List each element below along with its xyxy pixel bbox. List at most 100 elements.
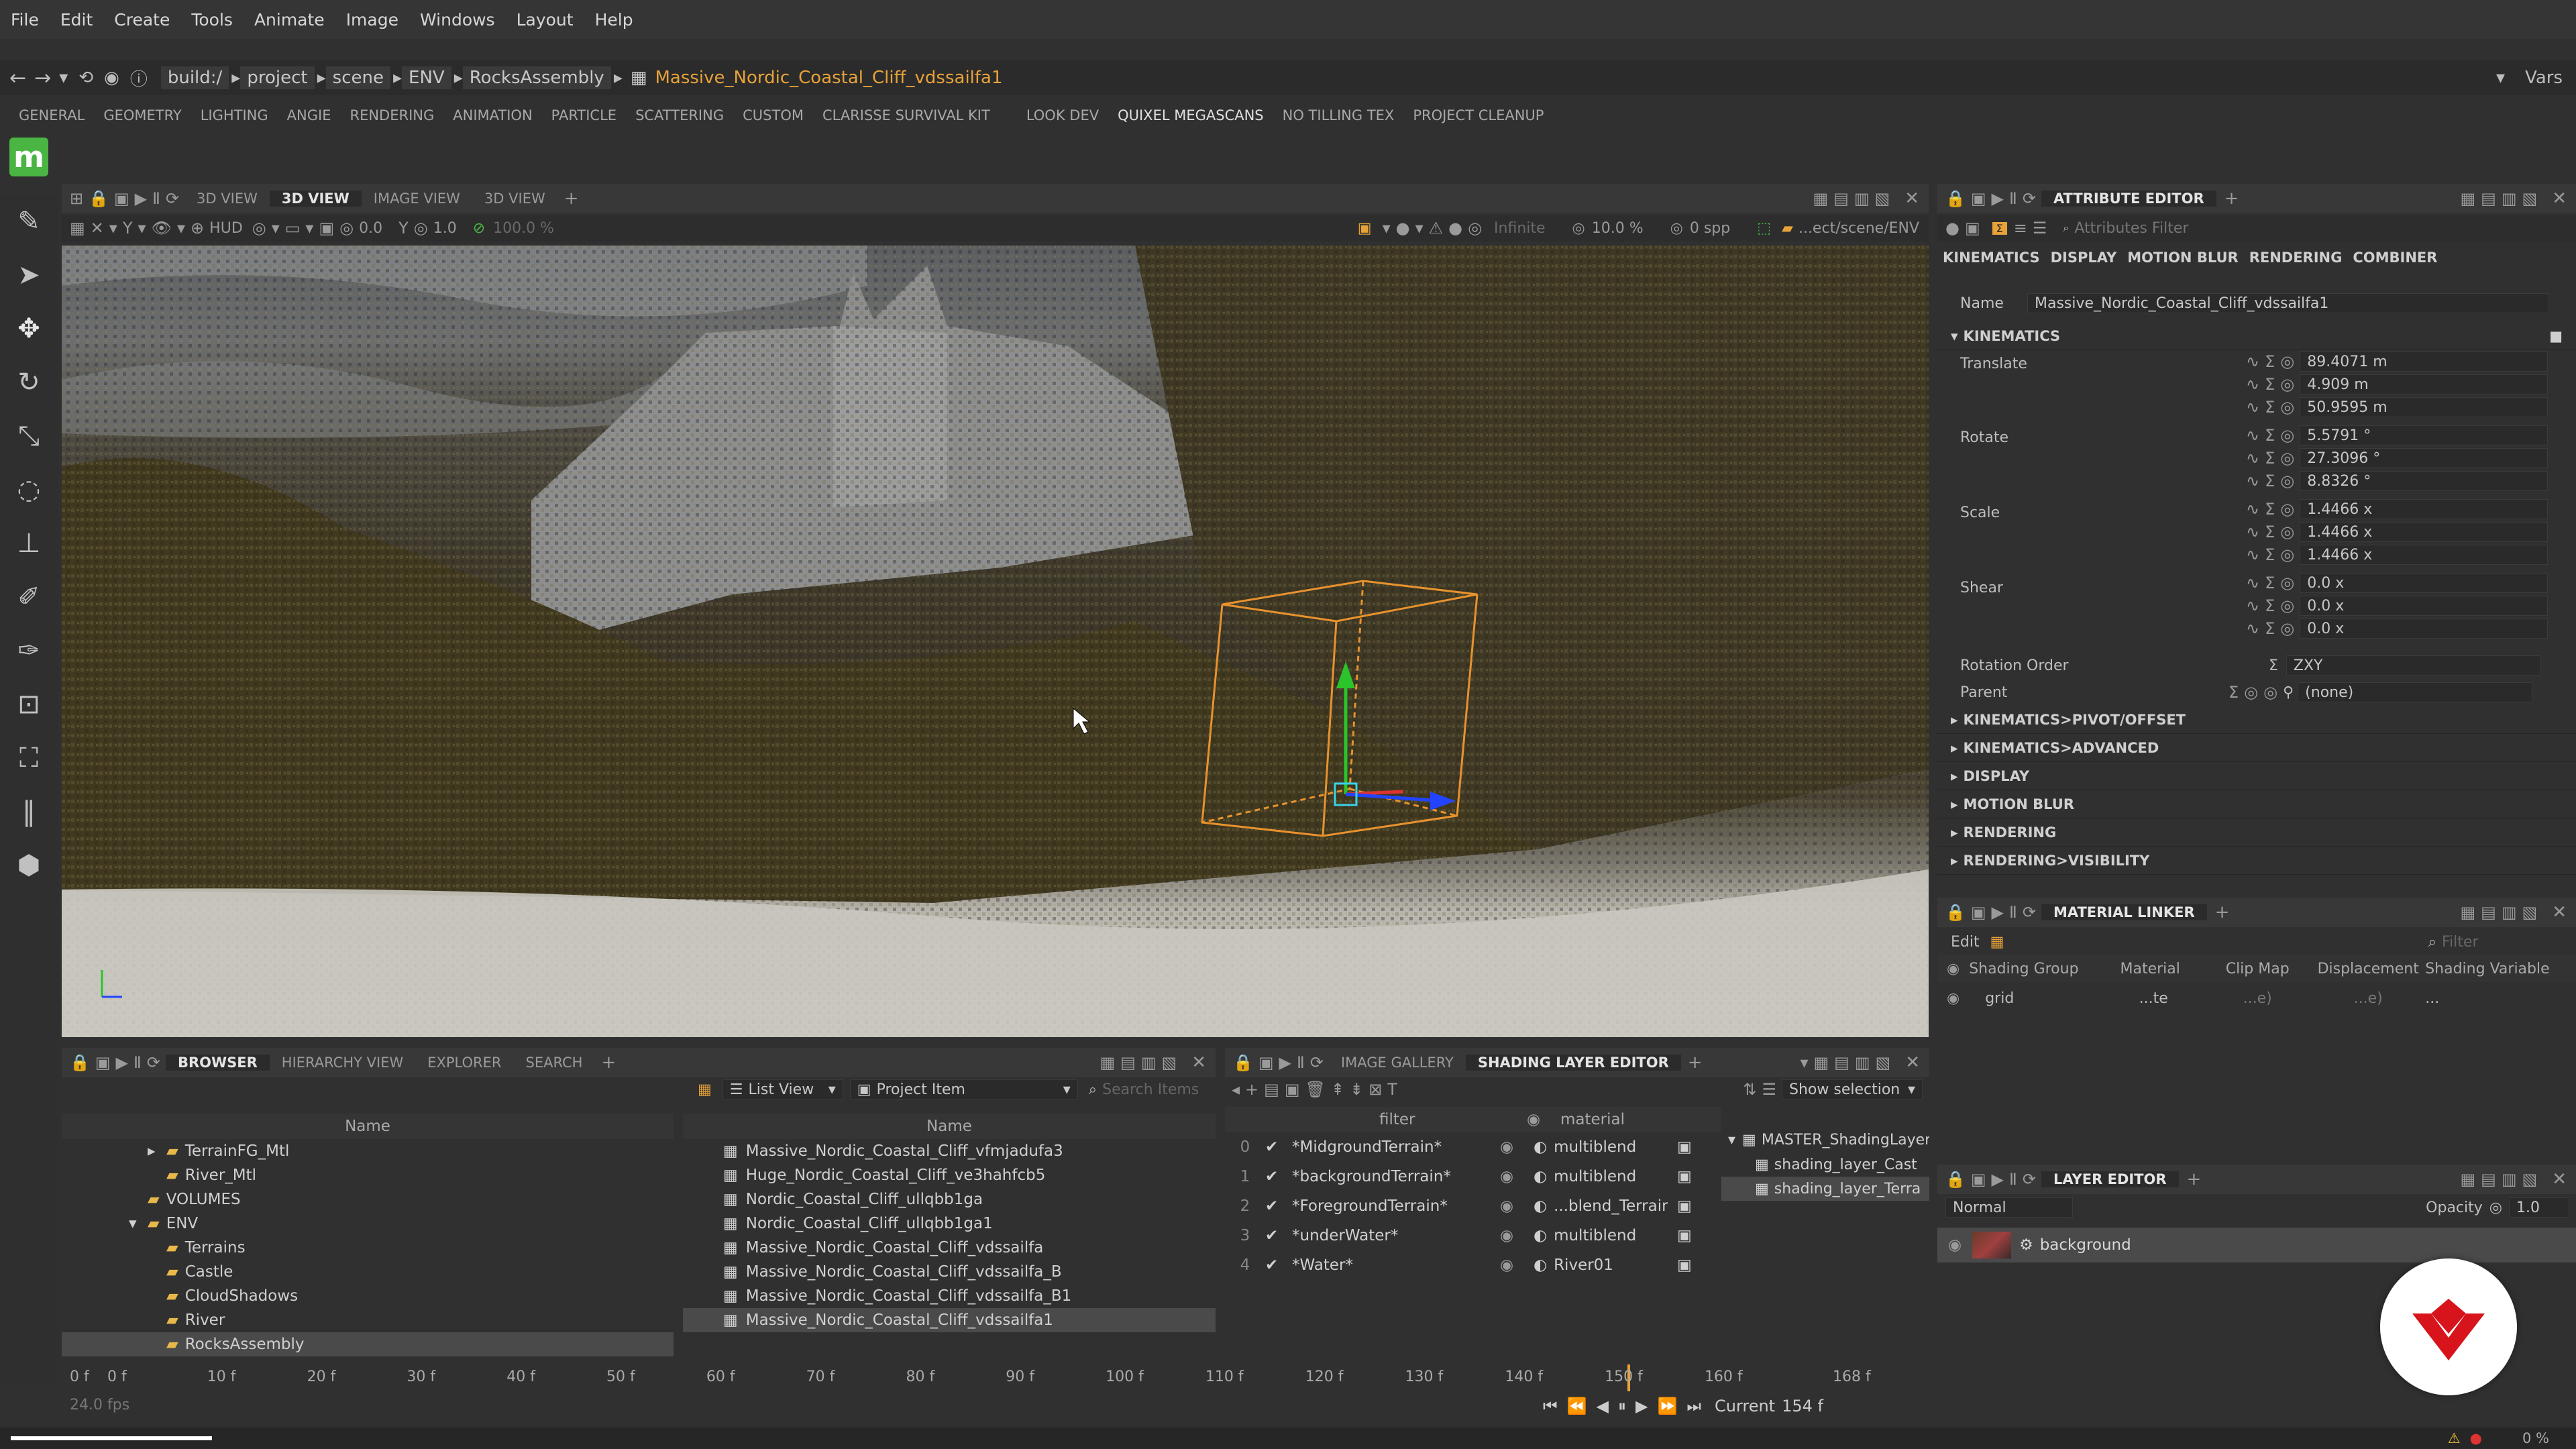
menu-edit[interactable]: Edit — [60, 10, 93, 30]
paint-icon[interactable]: ✐ — [0, 570, 58, 624]
anim-icon[interactable]: ∿Σ◎ — [2246, 352, 2300, 371]
section-motion-blur[interactable]: ▸ MOTION BLUR — [1937, 790, 2576, 818]
tab-search[interactable]: SEARCH — [513, 1055, 594, 1071]
anim-icon[interactable]: ∿Σ◎ — [2246, 500, 2300, 519]
translate-z[interactable]: 50.9595 m — [2300, 397, 2548, 417]
anim-icon[interactable]: ∿Σ◎ — [2246, 375, 2300, 394]
menu-tools[interactable]: Tools — [191, 10, 233, 30]
anim-icon[interactable]: ∿Σ◎ — [2246, 619, 2300, 638]
anim-icon[interactable]: ∿Σ◎ — [2246, 596, 2300, 615]
shear-y[interactable]: 0.0 x — [2300, 596, 2548, 616]
list-item[interactable]: ▦ Massive_Nordic_Coastal_Cliff_vdssailfa_… — [683, 1260, 1216, 1284]
render-mode-icon[interactable]: ▣ — [1358, 220, 1372, 237]
tab-attribute-editor[interactable]: ATTRIBUTE EDITOR — [2041, 191, 2216, 207]
shading-tree-node[interactable]: ▦ shading_layer_Cast — [1721, 1152, 1929, 1177]
shelf-tab-quixel[interactable]: QUIXEL MEGASCANS — [1118, 107, 1264, 123]
material-value[interactable]: ...te — [2103, 990, 2204, 1007]
check-icon[interactable]: ✔ — [1265, 1256, 1292, 1274]
shelf-tab-lighting[interactable]: LIGHTING — [201, 107, 268, 123]
filter-input[interactable]: Filter — [2442, 934, 2576, 951]
layout-icon[interactable]: ▾▦▤▥▧ — [1800, 1053, 1896, 1072]
stamp-icon[interactable]: ⊥ — [0, 517, 58, 570]
list-item[interactable]: ▦ Massive_Nordic_Coastal_Cliff_vdssailfa_… — [683, 1284, 1216, 1308]
table-row[interactable]: 0 ✔ *MidgroundTerrain* ◉ ◐ multiblend ▣ — [1225, 1132, 1721, 1162]
view-tools-icon[interactable]: ▦✕▾Y▾👁▾⊕ — [70, 219, 209, 237]
timeline-ticks[interactable]: 0 f 10 f 20 f 30 f 40 f 50 f 60 f 70 f 80 f 90 f 1… — [107, 1364, 1892, 1391]
add-tab-icon[interactable]: + — [2215, 902, 2230, 922]
section-visibility[interactable]: ▸ RENDERING>VISIBILITY — [1937, 847, 2576, 875]
tab-hierarchy-view[interactable]: HIERARCHY VIEW — [270, 1055, 415, 1071]
layout-icon[interactable]: ▦▤▥▧ — [2461, 1170, 2543, 1189]
col-material[interactable]: Material — [2096, 961, 2204, 977]
sort-icon[interactable]: ⇅☰ — [1743, 1080, 1782, 1099]
attr-tab-display[interactable]: DISPLAY — [2051, 250, 2117, 266]
infinite-label[interactable]: Infinite — [1494, 220, 1546, 237]
table-row[interactable]: 1 ✔ *backgroundTerrain* ◉ ◐ multiblend ▣ — [1225, 1162, 1721, 1191]
scale-z[interactable]: 1.4466 x — [2300, 545, 2548, 565]
tab-shading-layer-editor[interactable]: SHADING LAYER EDITOR — [1465, 1055, 1681, 1071]
shelf-tab-cleanup[interactable]: PROJECT CLEANUP — [1413, 107, 1544, 123]
attr-tab-motion-blur[interactable]: MOTION BLUR — [2127, 250, 2239, 266]
link-icon[interactable]: ▣ — [1677, 1256, 1692, 1274]
menu-image[interactable]: Image — [346, 10, 398, 30]
frame-icon[interactable]: ⊡ — [0, 678, 58, 731]
scale-x[interactable]: 1.4466 x — [2300, 499, 2548, 519]
anim-icon[interactable]: ∿Σ◎ — [2246, 398, 2300, 417]
tab-layer-editor[interactable]: LAYER EDITOR — [2041, 1171, 2179, 1187]
error-icon[interactable]: ● — [2470, 1430, 2482, 1446]
rotate-icon[interactable]: ↻ — [0, 356, 58, 409]
gamma-icon[interactable]: Y◎ — [398, 219, 433, 237]
menu-file[interactable]: File — [11, 10, 39, 30]
filter-value[interactable]: *backgroundTerrain* — [1292, 1168, 1500, 1185]
shelf-tab-survival-kit[interactable]: CLARISSE SURVIVAL KIT — [822, 107, 990, 123]
menu-animate[interactable]: Animate — [254, 10, 325, 30]
disp-value[interactable]: ...e) — [2311, 990, 2425, 1007]
shelf-tab-rendering[interactable]: RENDERING — [350, 107, 434, 123]
check-icon[interactable]: ✔ — [1265, 1168, 1292, 1185]
attributes-filter-input[interactable] — [2074, 219, 2410, 237]
add-tab-icon[interactable]: + — [601, 1053, 616, 1073]
rotate-x[interactable]: 5.5791 ° — [2300, 425, 2548, 445]
show-selection-select[interactable]: Show selection ▾ — [1782, 1079, 1923, 1099]
shading-tree-root[interactable]: ▾ ▦ MASTER_ShadingLayer — [1721, 1127, 1929, 1152]
filter-value[interactable]: *underWater* — [1292, 1227, 1500, 1244]
material-value[interactable]: multiblend — [1554, 1138, 1668, 1156]
tree-item[interactable]: ▰ VOLUMES — [62, 1187, 674, 1212]
brush-icon[interactable]: ✑ — [0, 624, 58, 678]
path-segment[interactable]: project — [240, 66, 315, 89]
list-item[interactable]: ▦ Huge_Nordic_Coastal_Cliff_ve3hahfcb5 — [683, 1163, 1216, 1187]
expand-icon[interactable]: ▾ — [129, 1215, 148, 1232]
shelf-tab-particle[interactable]: PARTICLE — [551, 107, 616, 123]
material-value[interactable]: ...blend_Terrain — [1554, 1197, 1668, 1215]
history-icon[interactable]: ▾ — [59, 68, 68, 88]
col-shading-group[interactable]: Shading Group — [1969, 961, 2096, 977]
fit-icon[interactable]: ⛶ — [0, 731, 58, 785]
search-items-input[interactable]: Search Items — [1102, 1081, 1199, 1098]
add-tab-icon[interactable]: + — [564, 189, 579, 209]
shelf-tab-look-dev[interactable]: LOOK DEV — [1026, 107, 1099, 123]
hud-toggle[interactable]: HUD — [209, 220, 243, 237]
attr-tab-kinematics[interactable]: KINEMATICS — [1943, 250, 2040, 266]
path-segment[interactable]: build:/ — [160, 66, 229, 89]
tab-browser[interactable]: BROWSER — [165, 1055, 270, 1071]
var-value[interactable]: ... — [2425, 990, 2439, 1007]
tab-image-view[interactable]: IMAGE VIEW — [362, 191, 472, 207]
layout-icon[interactable]: ▦▤▥▧ — [2461, 189, 2543, 208]
tree-item[interactable]: ▰ CloudShadows — [62, 1284, 674, 1308]
value-c[interactable]: 100.0 % — [493, 220, 554, 237]
list-item[interactable]: ▦ Massive_Nordic_Coastal_Cliff_vdssailfa1 — [683, 1308, 1216, 1332]
layer-row[interactable]: ◉ ⚙ background — [1937, 1228, 2576, 1263]
eye-icon[interactable]: ◉ — [1507, 1111, 1560, 1128]
parent-select[interactable]: (none) — [2298, 682, 2533, 702]
rotate-y[interactable]: 27.3096 ° — [2300, 448, 2548, 468]
layout-icon[interactable]: ▦▤▥▧ — [1100, 1053, 1183, 1072]
tree-item[interactable]: ▰ Terrains — [62, 1236, 674, 1260]
pause-icon[interactable]: ⏸ — [1618, 1397, 1626, 1415]
link-icon[interactable]: ▣ — [1677, 1168, 1692, 1185]
shapes-icon[interactable]: ⬢ — [0, 839, 58, 892]
reload-icon[interactable]: ⟲ — [78, 68, 93, 88]
material-value[interactable]: multiblend — [1554, 1168, 1668, 1185]
tab-3d-view[interactable]: 3D VIEW — [184, 191, 270, 207]
list-item[interactable]: ▦ Massive_Nordic_Coastal_Cliff_vfmjadufa3 — [683, 1139, 1216, 1163]
list-item[interactable]: ▦ Nordic_Coastal_Cliff_ullqbb1ga — [683, 1187, 1216, 1212]
